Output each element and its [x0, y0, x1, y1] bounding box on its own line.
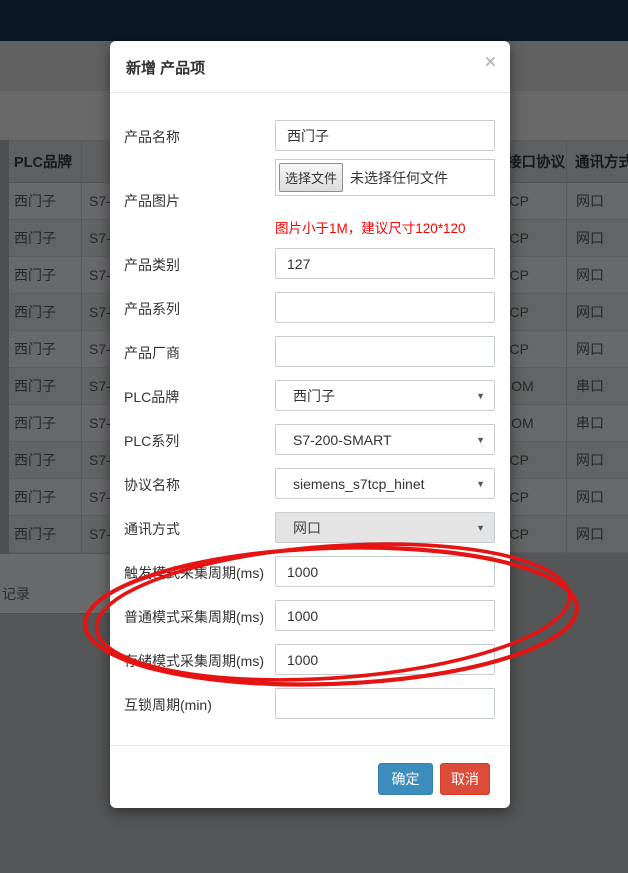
plc-brand-select[interactable]: 西门子 ▼ [275, 380, 495, 411]
product-vendor-label: 产品厂商 [124, 343, 180, 363]
modal-footer: 确定 取消 [110, 745, 510, 809]
storage-mode-period-label: 存储模式采集周期(ms) [124, 651, 264, 671]
interlock-period-input[interactable] [275, 688, 495, 719]
product-name-label: 产品名称 [124, 127, 180, 147]
product-category-input[interactable] [275, 248, 495, 279]
chevron-down-icon: ▼ [476, 391, 485, 401]
close-icon[interactable]: × [485, 53, 496, 72]
plc-series-select-value: S7-200-SMART [293, 432, 392, 448]
product-image-file-input[interactable]: 选择文件 未选择任何文件 [275, 159, 495, 196]
plc-series-select[interactable]: S7-200-SMART ▼ [275, 424, 495, 455]
screen: PLC品牌 接口协议 通讯方式 西门子 S7- TCP 网口 西门子 S7- T… [0, 0, 628, 873]
product-image-label: 产品图片 [124, 191, 180, 211]
comm-mode-label: 通讯方式 [124, 519, 180, 539]
interlock-period-label: 互锁周期(min) [124, 695, 212, 715]
chevron-down-icon: ▼ [476, 523, 485, 533]
product-series-input[interactable] [275, 292, 495, 323]
comm-mode-select-value: 网口 [293, 518, 321, 538]
cancel-button[interactable]: 取消 [440, 763, 490, 795]
trigger-mode-period-input[interactable] [275, 556, 495, 587]
plc-series-label: PLC系列 [124, 431, 179, 451]
trigger-mode-period-label: 触发模式采集周期(ms) [124, 563, 264, 583]
file-status-text: 未选择任何文件 [350, 160, 448, 195]
image-size-hint: 图片小于1M，建议尺寸120*120 [275, 217, 466, 237]
modal-title: 新增 产品项 [126, 57, 205, 78]
plc-brand-select-value: 西门子 [293, 386, 335, 406]
storage-mode-period-input[interactable] [275, 644, 495, 675]
modal-header: 新增 产品项 × [110, 41, 510, 93]
comm-mode-select: 网口 ▼ [275, 512, 495, 543]
product-name-input[interactable] [275, 120, 495, 151]
add-product-modal: 新增 产品项 × 产品名称 产品图片 选择文件 未选择任何文件 图片小于1M，建… [110, 41, 510, 808]
protocol-name-select[interactable]: siemens_s7tcp_hinet ▼ [275, 468, 495, 499]
protocol-name-select-value: siemens_s7tcp_hinet [293, 476, 425, 492]
plc-brand-label: PLC品牌 [124, 387, 179, 407]
confirm-button[interactable]: 确定 [378, 763, 433, 795]
product-series-label: 产品系列 [124, 299, 180, 319]
normal-mode-period-label: 普通模式采集周期(ms) [124, 607, 264, 627]
product-category-label: 产品类别 [124, 255, 180, 275]
protocol-name-label: 协议名称 [124, 475, 180, 495]
choose-file-button[interactable]: 选择文件 [279, 163, 343, 192]
chevron-down-icon: ▼ [476, 435, 485, 445]
normal-mode-period-input[interactable] [275, 600, 495, 631]
product-vendor-input[interactable] [275, 336, 495, 367]
chevron-down-icon: ▼ [476, 479, 485, 489]
